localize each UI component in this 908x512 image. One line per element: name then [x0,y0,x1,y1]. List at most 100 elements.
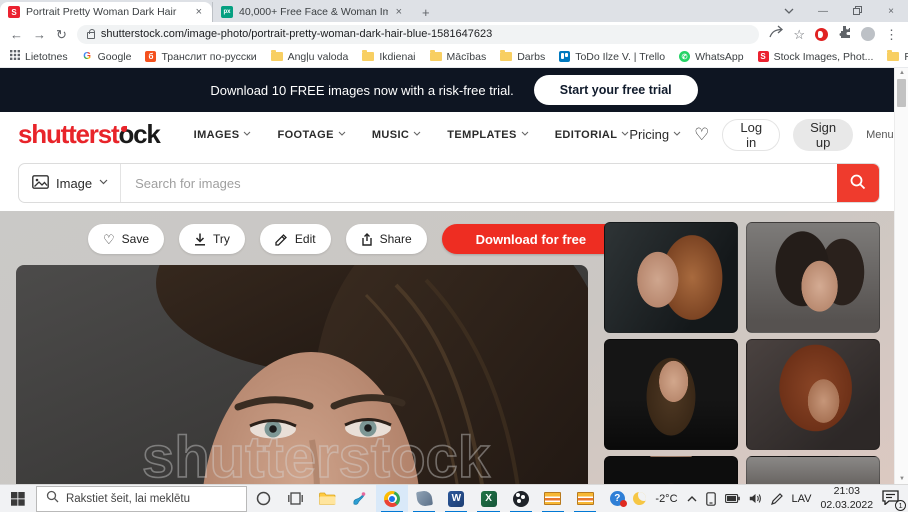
temperature-label[interactable]: -2°C [655,493,677,505]
cortana-button[interactable] [247,485,279,512]
similar-image-thumbnail[interactable] [604,339,738,450]
tab-search-chevron-icon[interactable] [772,6,806,17]
similar-image-thumbnail[interactable] [746,222,880,333]
action-center-button[interactable]: 1 [882,490,902,508]
weather-moon-icon[interactable] [633,492,646,505]
bookmark-folder-macibas[interactable]: Mācības [430,51,487,63]
similar-images-grid [604,222,880,512]
dictionary-app-button-2[interactable] [569,485,601,512]
nav-footage[interactable]: FOOTAGE [277,129,345,141]
scrollbar-thumb[interactable] [897,79,906,107]
close-tab-icon[interactable]: × [194,6,204,18]
share-icon [361,233,373,246]
bookmark-translit[interactable]: б Транслит по-русски [145,51,256,63]
bookmark-folder-rokdarbi[interactable]: Rokdarbi [887,51,908,63]
vertical-scrollbar[interactable]: ▲ ▼ [894,68,908,484]
word-button[interactable]: W [440,485,472,512]
favorites-heart-icon[interactable]: ♡ [694,126,709,143]
download-for-free-button[interactable]: Download for free [442,224,621,254]
file-explorer-button[interactable] [312,485,344,512]
edit-button[interactable]: Edit [260,224,331,254]
reload-icon[interactable]: ↻ [56,28,67,41]
time-label: 21:03 [821,485,874,498]
bookmark-folder-anglu[interactable]: Angļu valoda [271,51,349,63]
dictionary-app-button[interactable] [537,485,569,512]
browser-tab-inactive[interactable]: px 40,000+ Free Face & Woman Ima × [212,2,412,22]
scroll-up-arrow-icon[interactable]: ▲ [895,70,908,76]
speaker-icon[interactable] [749,493,762,504]
app-swoosh-button[interactable] [408,485,440,512]
taskbar-search-box[interactable] [36,486,247,512]
nav-images[interactable]: IMAGES [194,129,252,141]
search-type-label: Image [56,176,92,191]
help-button[interactable]: ? [601,485,633,512]
download-arrow-icon [194,233,206,246]
task-view-button[interactable] [279,485,311,512]
pricing-menu[interactable]: Pricing [629,127,681,142]
excel-button[interactable]: X [472,485,504,512]
apps-grid-icon [10,50,20,63]
browser-menu-kebab-icon[interactable]: ⋮ [885,28,898,41]
browser-tab-active[interactable]: S Portrait Pretty Woman Dark Hair × [0,2,212,22]
start-free-trial-button[interactable]: Start your free trial [534,75,698,105]
date-label: 02.03.2022 [821,499,874,512]
start-button[interactable] [0,485,36,512]
word-icon: W [448,491,464,507]
url-field[interactable]: shutterstock.com/image-photo/portrait-pr… [77,25,759,44]
folder-icon [430,52,442,61]
language-indicator[interactable]: LAV [792,493,812,505]
share-page-icon[interactable] [769,25,783,43]
your-phone-icon[interactable] [706,492,716,506]
search-section: Image [0,157,908,211]
search-icon [849,173,867,194]
back-icon[interactable]: ← [10,28,23,41]
signup-button[interactable]: Sign up [793,119,853,151]
nav-editorial[interactable]: EDITORIAL [555,129,630,141]
paint3d-button[interactable] [344,485,376,512]
share-button[interactable]: Share [346,224,427,254]
bookmark-star-icon[interactable]: ☆ [793,28,805,41]
extension-red-icon[interactable] [815,28,828,41]
taskbar-clock[interactable]: 21:03 02.03.2022 [821,485,874,511]
search-input[interactable] [121,176,837,191]
taskbar-search-input[interactable] [66,493,236,505]
bookmark-folder-darbs[interactable]: Darbs [500,51,545,63]
minimize-window-button[interactable]: — [806,6,840,17]
bookmark-whatsapp[interactable]: ✆ WhatsApp [679,51,743,63]
bookmark-stock-images[interactable]: S Stock Images, Phot... [758,51,874,63]
search-type-dropdown[interactable]: Image [19,164,120,202]
battery-icon[interactable] [725,494,740,503]
close-tab-icon[interactable]: × [394,6,404,18]
bookmark-folder-ikdienai[interactable]: Ikdienai [362,51,415,63]
excel-icon: X [481,491,497,507]
similar-image-thumbnail[interactable] [604,222,738,333]
new-tab-button[interactable]: + [412,5,440,22]
try-button[interactable]: Try [179,224,245,254]
windows-taskbar: W X ? -2°C LAV 21:03 02.03.2022 1 [0,484,908,512]
scroll-down-arrow-icon[interactable]: ▼ [895,476,908,482]
close-window-button[interactable]: × [874,6,908,17]
shutterstock-logo[interactable]: shutterst o ck [18,119,160,150]
hidden-icons-chevron[interactable] [687,496,697,502]
chrome-taskbar-button[interactable] [376,485,408,512]
menu-button[interactable]: Menu [866,129,894,141]
similar-image-thumbnail[interactable] [746,339,880,450]
forward-icon[interactable]: → [33,28,46,41]
login-button[interactable]: Log in [722,119,780,151]
bookmark-apps[interactable]: Lietotnes [10,50,68,63]
nav-templates[interactable]: TEMPLATES [447,129,528,141]
obs-button[interactable] [505,485,537,512]
maximize-window-button[interactable] [840,6,874,17]
extensions-puzzle-icon[interactable] [838,25,851,43]
nav-music[interactable]: MUSIC [372,129,421,141]
watermark-text: shutterstock [142,425,491,490]
tab-title: Portrait Pretty Woman Dark Hair [26,6,188,18]
pen-icon[interactable] [771,493,783,505]
search-button[interactable] [837,164,879,202]
profile-avatar[interactable] [861,27,875,41]
bookmark-trello[interactable]: ToDo Ilze V. | Trello [559,51,665,63]
bookmark-google[interactable]: G Google [82,51,132,63]
chevron-down-icon [243,131,251,139]
shutterstock-favicon-icon: S [8,6,20,18]
save-button[interactable]: ♡ Save [88,224,164,254]
